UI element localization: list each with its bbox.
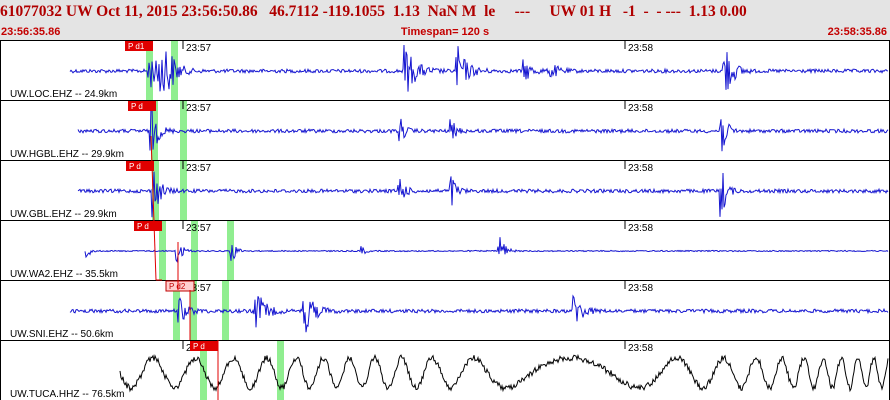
time-tick-label: 23:57 [186,223,211,234]
end-time-label: 23:58:35.86 [827,26,887,38]
timespan-label: Timespan= 120 s [400,26,490,38]
pick-label: P d [137,222,149,231]
waveform-trace [84,237,889,263]
channel-row[interactable]: 23:57 23:58UW.SNI.EHZ -- 50.6kmP d2 [0,280,890,341]
phase-pick-marker[interactable]: P d [134,221,162,231]
channel-label: UW.HGBL.EHZ -- 29.9km [10,149,124,160]
channel-row[interactable]: 23:57 23:58 UW.HGBL.EHZ -- 29.9km P d [0,100,890,161]
channel-label: UW.SNI.EHZ -- 50.6km [10,329,113,340]
waveform-trace [119,353,889,393]
phase-pick-marker[interactable]: P d1 [125,41,153,51]
event-summary-line: 61077032 UW Oct 11, 2015 23:56:50.86 46.… [0,3,747,20]
pick-label: P d2 [169,282,186,291]
phase-pick-marker[interactable]: P d2 [165,280,195,292]
channel-row[interactable]: 23:57 23:58 UW.WA2.EHZ -- 35.5km P d [0,220,890,281]
channel-row[interactable]: 23:57 23:58 UW.GBL.EHZ -- 29.9km P d [0,160,890,221]
time-tick-label: 23:57 [186,103,211,114]
phase-pick-marker[interactable]: P d [190,341,218,351]
phase-pick-marker[interactable]: P d [128,101,156,111]
channel-row[interactable]: 23:57 23:58 UW.LOC.EHZ -- 24.9km P d1 [0,40,890,101]
channel-label: UW.GBL.EHZ -- 29.9km [10,209,117,220]
time-tick-label: 23:58 [628,283,653,294]
phase-pick-marker[interactable]: P d [126,161,154,171]
time-tick-label: 23:58 [628,103,653,114]
time-tick-label: 23:57 [186,43,211,54]
time-tick-label: 23:58 [628,343,653,354]
channel-frame [0,340,890,400]
event-header: 61077032 UW Oct 11, 2015 23:56:50.86 46.… [0,0,890,40]
channel-row[interactable]: 23:5723:58UW.TUCA.HHZ -- 76.5kmP d [0,340,890,400]
channel-label: UW.WA2.EHZ -- 35.5km [10,269,118,280]
time-tick-label: 23:58 [628,43,653,54]
waveform-trace [77,171,889,218]
seismogram-panel[interactable]: 23:57 23:58UW.LOC.EHZ -- 24.9kmP d123:57 2… [0,40,890,400]
channel-label: UW.LOC.EHZ -- 24.9km [10,89,117,100]
time-tick-label: 23:58 [628,223,653,234]
pick-label: P d [193,342,205,351]
pick-label: P d [131,102,143,111]
time-tick-label: 23:57 [186,163,211,174]
time-tick-label: 23:58 [628,163,653,174]
time-window-band [277,341,284,400]
channel-label: UW.TUCA.HHZ -- 76.5km [10,389,124,400]
pick-label: P d1 [128,42,145,51]
pick-label: P d [129,162,141,171]
